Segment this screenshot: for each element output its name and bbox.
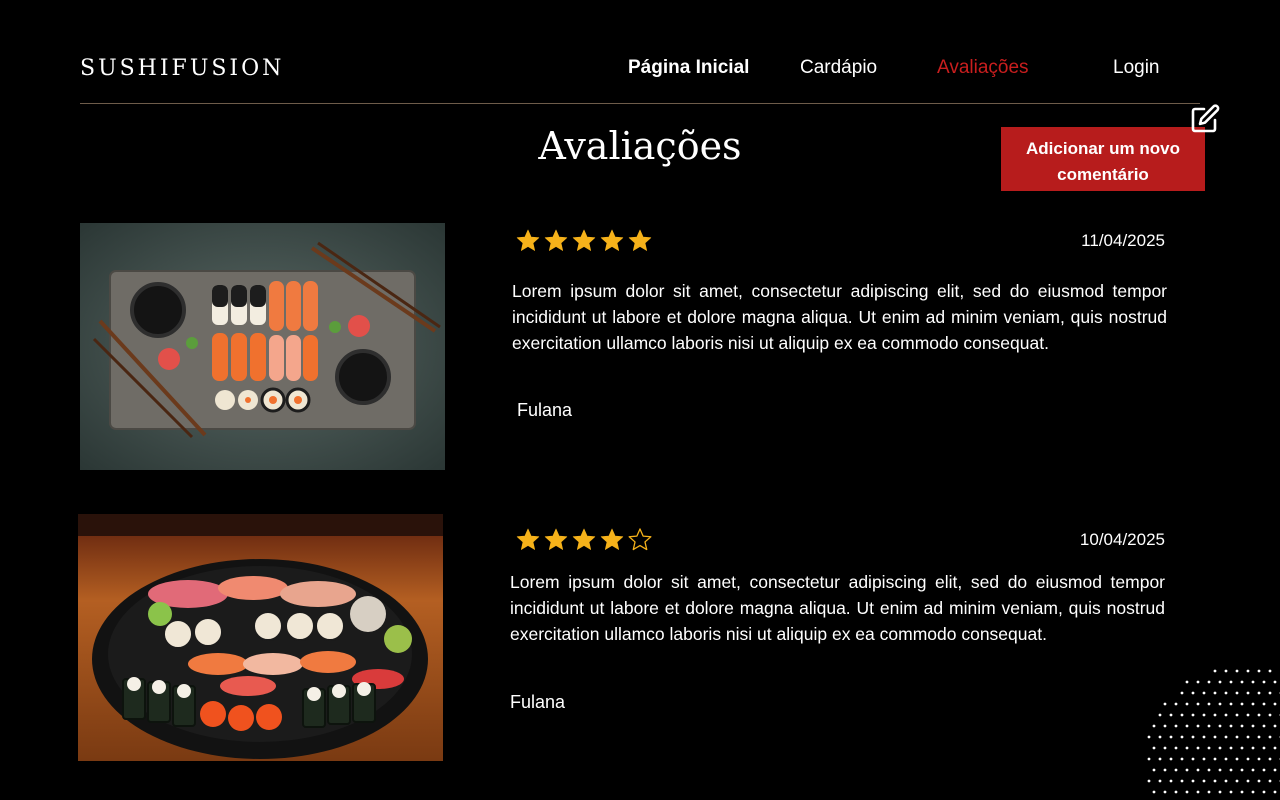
review-text: Lorem ipsum dolor sit amet, consectetur … <box>512 281 1167 353</box>
review-date: 10/04/2025 <box>1079 530 1165 549</box>
star-filled-icon <box>544 528 568 550</box>
review-image-sushi-plate <box>78 514 443 761</box>
edit-icon[interactable] <box>1189 103 1221 135</box>
nav-menu-link[interactable]: Cardápio <box>800 57 877 79</box>
nav-login-link[interactable]: Login <box>1113 57 1160 79</box>
decorative-dot-pattern <box>1147 669 1280 794</box>
star-filled-icon <box>572 528 596 550</box>
review-author: Fulana <box>510 692 566 712</box>
star-filled-icon <box>516 528 540 550</box>
star-filled-icon <box>572 229 596 251</box>
review-date: 11/04/2025 <box>1081 231 1165 250</box>
star-filled-icon <box>628 229 652 251</box>
review-image-sushi-platter <box>80 223 445 470</box>
star-filled-icon <box>544 229 568 251</box>
review-author: Fulana <box>517 400 573 420</box>
main-nav: Página Inicial Cardápio Avaliações Login <box>0 57 1280 81</box>
page: SUSHIFUSION Página Inicial Cardápio Aval… <box>0 0 1280 800</box>
star-filled-icon <box>516 229 540 251</box>
nav-reviews-link[interactable]: Avaliações <box>937 57 1029 79</box>
review-rating <box>515 527 653 553</box>
star-outline-icon <box>628 528 652 551</box>
review-rating <box>515 228 653 254</box>
header-divider <box>80 103 1200 104</box>
add-comment-button-label: Adicionar um novo comentário <box>1026 139 1180 184</box>
review-text: Lorem ipsum dolor sit amet, consectetur … <box>510 572 1165 644</box>
add-comment-button[interactable]: Adicionar um novo comentário <box>1001 127 1205 191</box>
star-filled-icon <box>600 229 624 251</box>
star-filled-icon <box>600 528 624 550</box>
nav-home-link[interactable]: Página Inicial <box>628 57 749 79</box>
